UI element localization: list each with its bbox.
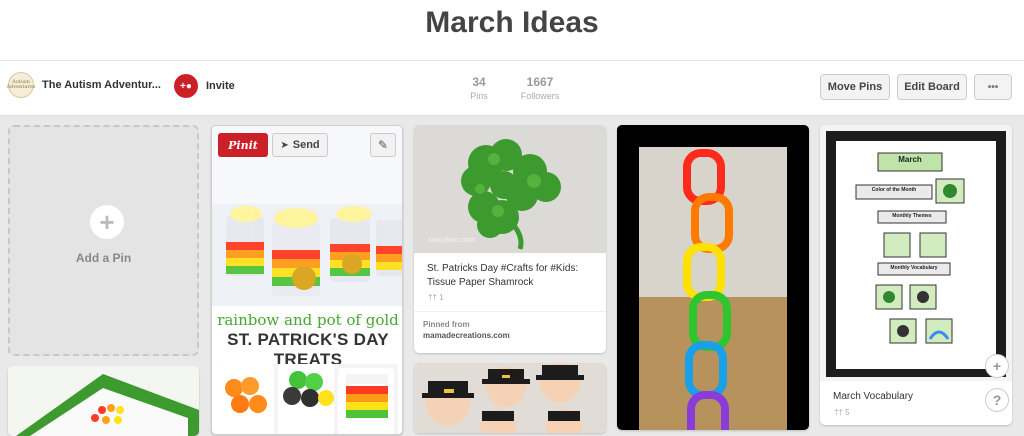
help-button[interactable]: ? xyxy=(985,388,1009,412)
add-user-icon[interactable]: +● xyxy=(174,74,198,98)
pin-image-caption-top: rainbow and pot of gold xyxy=(217,311,399,329)
chart-label-themes: Monthly Themes xyxy=(892,213,932,219)
followers-count: 1667 xyxy=(526,75,554,89)
board-owner[interactable]: Autism Adventures The Autism Adventur... xyxy=(7,72,161,98)
add-floating-button[interactable]: + xyxy=(985,354,1009,378)
move-pins-button[interactable]: Move Pins xyxy=(820,74,890,100)
pin-card-paper-chain[interactable] xyxy=(617,125,809,430)
avatar[interactable]: Autism Adventures xyxy=(7,72,36,98)
repin-count: †† 1 xyxy=(414,293,458,302)
help-icon: ? xyxy=(992,392,1002,408)
repin-value: 5 xyxy=(845,408,850,417)
pin-divider xyxy=(414,311,606,312)
edit-pin-button[interactable]: ✎ xyxy=(370,133,396,157)
pin-image-lower xyxy=(218,364,398,434)
pin-card-rainbow-treats[interactable]: rainbow and pot of gold ST. PATRICK'S DA… xyxy=(211,125,403,435)
chart-label-vocab: Monthly Vocabulary xyxy=(890,265,938,271)
board-title: March Ideas xyxy=(425,6,599,39)
invite-button[interactable]: +● Invite xyxy=(174,74,235,98)
pin-image xyxy=(414,125,606,253)
followers-stat[interactable]: 1667 Followers xyxy=(515,75,565,101)
repin-count: †† 5 xyxy=(820,408,864,417)
repin-icon: †† xyxy=(834,408,843,417)
pins-stat[interactable]: 34 Pins xyxy=(462,75,496,101)
repin-icon: †† xyxy=(428,293,437,302)
pins-label: Pins xyxy=(470,91,488,101)
plus-icon[interactable]: + xyxy=(90,205,124,239)
pin-card-march-vocabulary[interactable]: March Color of the Month Monthly Themes … xyxy=(820,125,1012,425)
more-options-button[interactable]: ••• xyxy=(974,74,1012,100)
image-watermark: sancyfrocr.com xyxy=(428,237,476,244)
pin-description: March Vocabulary xyxy=(833,391,914,402)
board-header: March Ideas Autism Adventures The Autism… xyxy=(0,0,1024,116)
chart-title: March xyxy=(898,155,922,164)
add-pin-card[interactable]: + Add a Pin xyxy=(8,125,199,356)
add-pin-label[interactable]: Add a Pin xyxy=(10,251,197,265)
pin-card-shamrock[interactable]: sancyfrocr.com St. Patricks Day #Crafts … xyxy=(414,125,606,353)
pin-image xyxy=(414,363,606,433)
plus-icon: + xyxy=(992,358,1002,374)
chain-link xyxy=(687,391,729,430)
chart-label-color: Color of the Month xyxy=(871,187,917,193)
pin-description: St. Patricks Day #Crafts for #Kids: Tiss… xyxy=(427,263,579,288)
edit-board-button[interactable]: Edit Board xyxy=(897,74,967,100)
pins-count: 34 xyxy=(472,75,486,89)
owner-name[interactable]: The Autism Adventur... xyxy=(42,79,161,91)
pin-card-leprechaun[interactable] xyxy=(414,363,606,433)
pinned-from-label: Pinned from xyxy=(423,320,470,329)
send-label: Send xyxy=(292,139,320,151)
repin-value: 1 xyxy=(439,293,444,302)
pin-attribution[interactable]: Pinned from mamadecreations.com xyxy=(423,320,510,340)
invite-label[interactable]: Invite xyxy=(206,80,235,92)
source-link[interactable]: mamadecreations.com xyxy=(423,331,510,340)
followers-label: Followers xyxy=(520,91,560,101)
paper-plane-icon: ➤ xyxy=(280,139,289,151)
pin-image: March Color of the Month Monthly Themes … xyxy=(820,125,1012,381)
send-button[interactable]: ➤ Send xyxy=(272,133,328,157)
pin-it-button[interactable]: Pinit xyxy=(218,133,268,157)
pencil-icon: ✎ xyxy=(377,138,389,152)
header-divider xyxy=(0,60,1024,61)
pin-image xyxy=(639,147,787,430)
